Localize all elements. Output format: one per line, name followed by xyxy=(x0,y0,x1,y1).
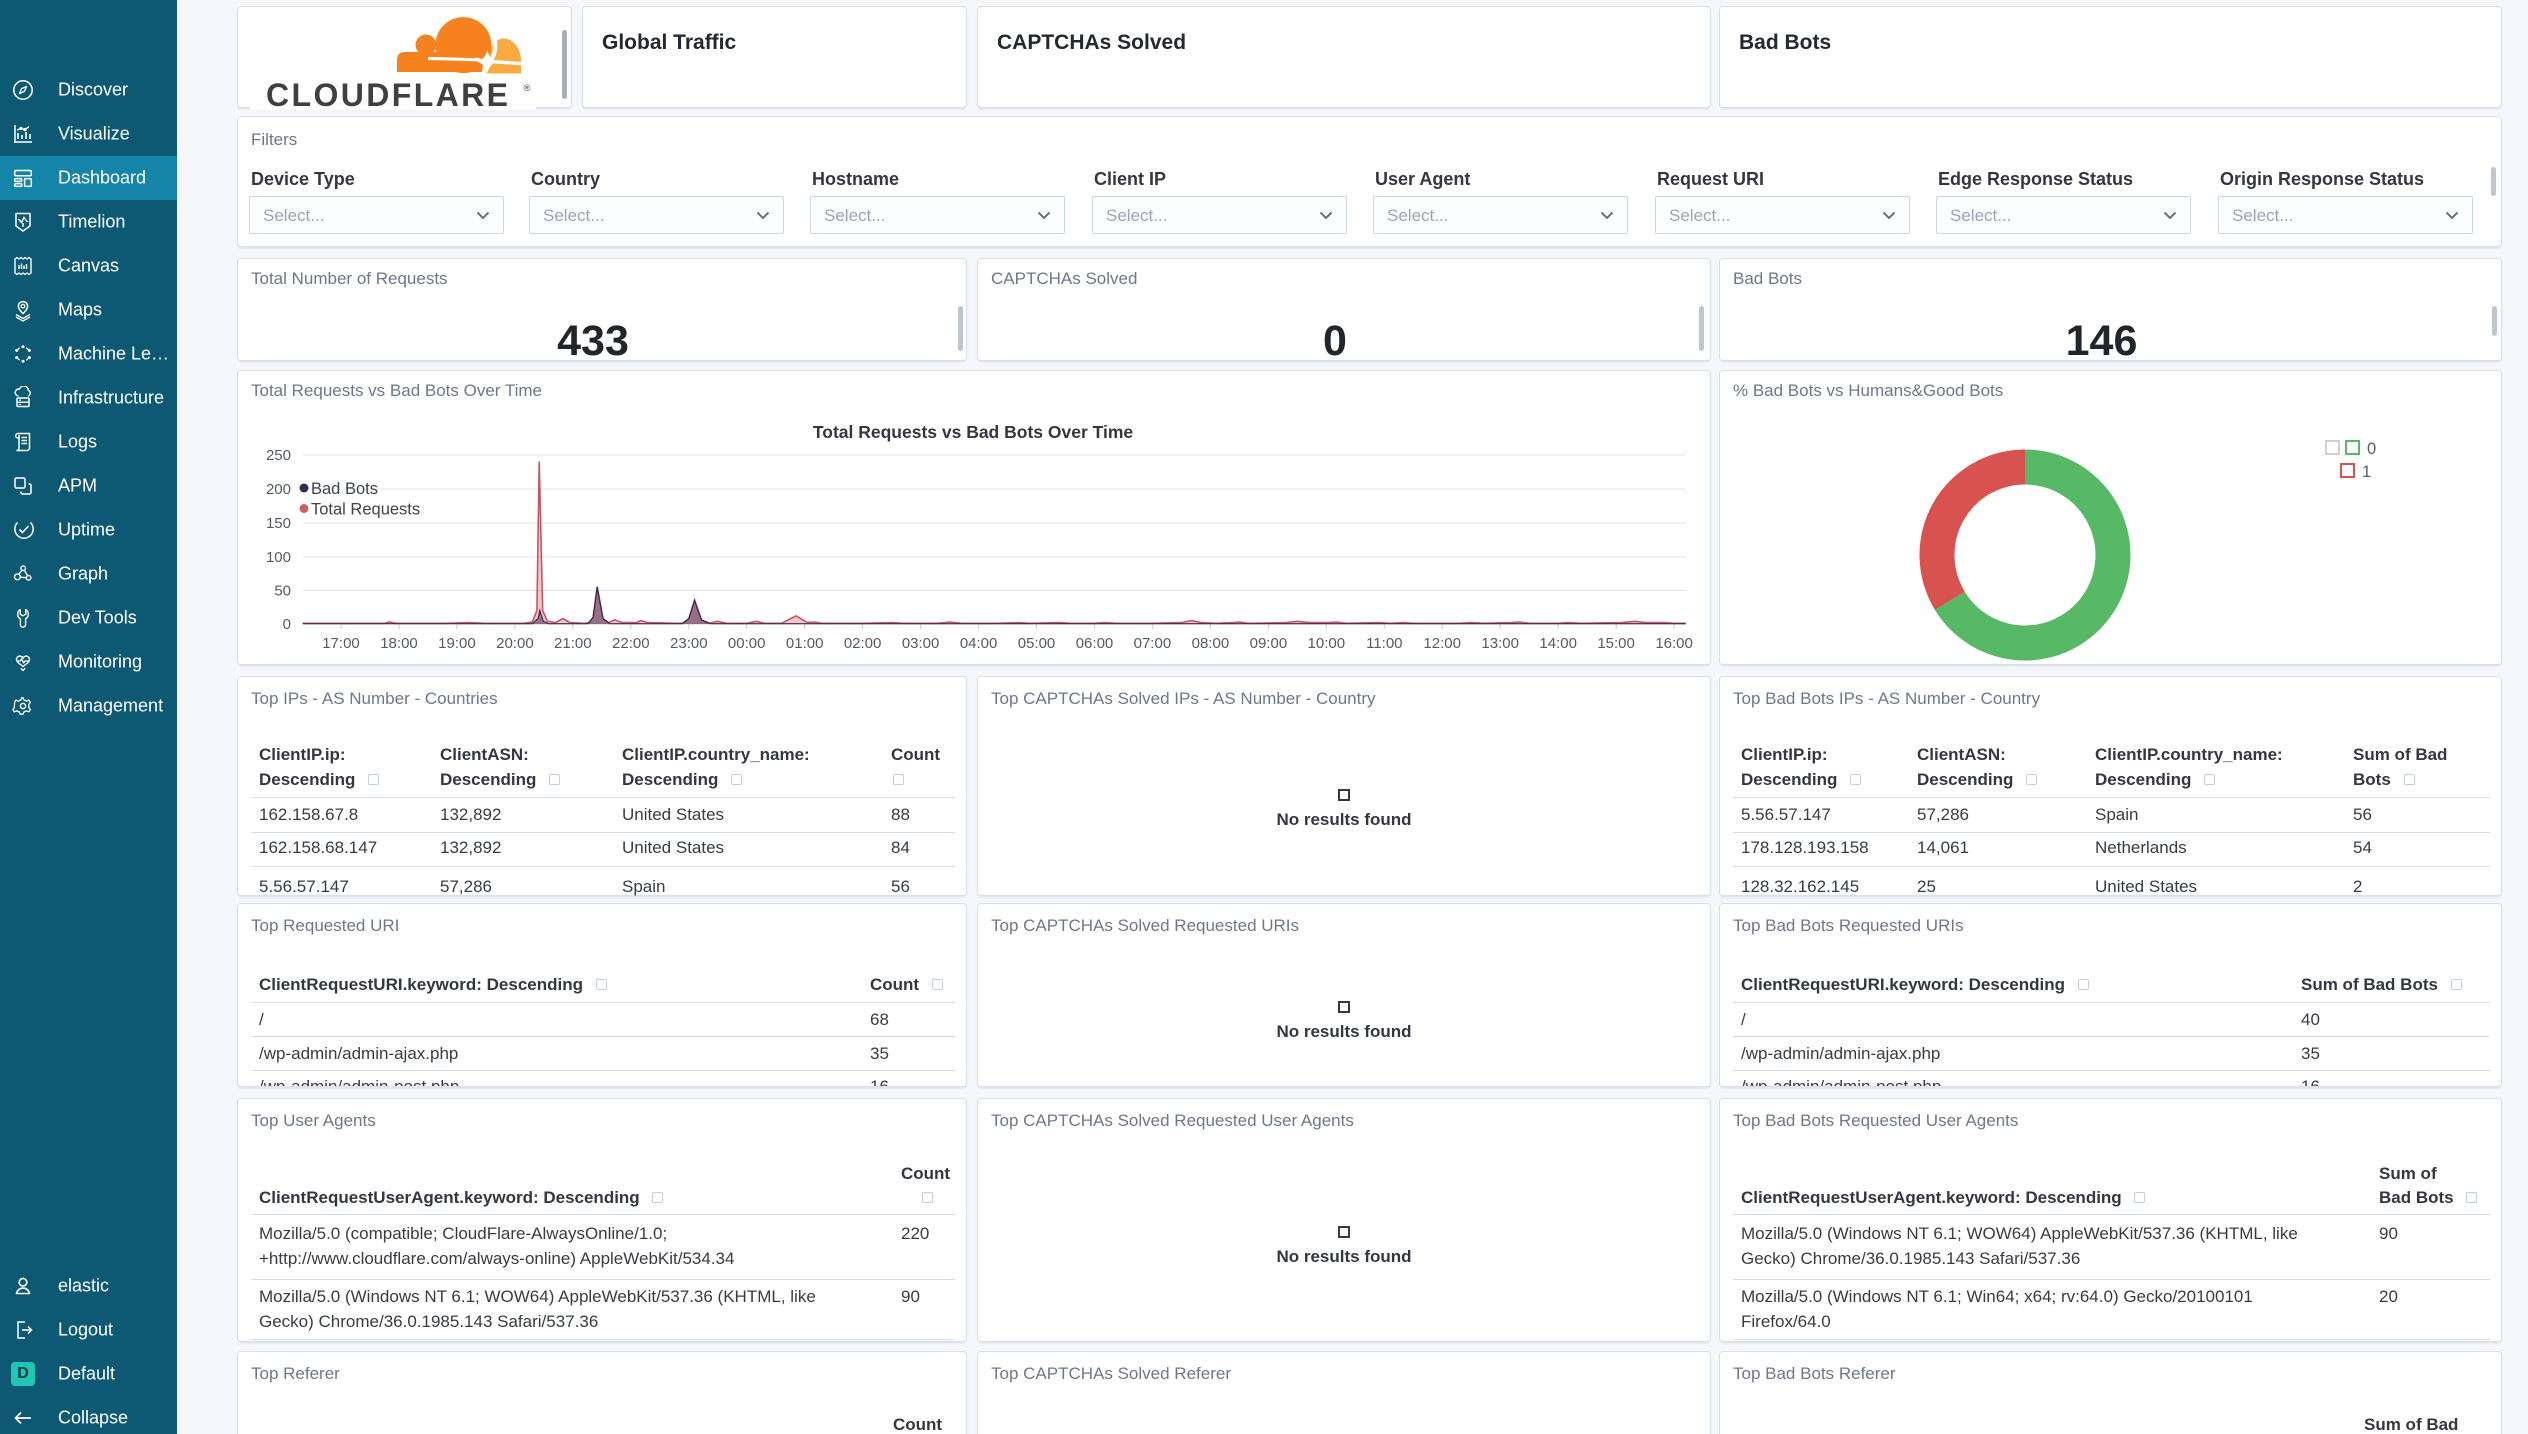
svg-text:20:00: 20:00 xyxy=(496,635,534,652)
svg-text:07:00: 07:00 xyxy=(1134,635,1172,652)
svg-text:11:00: 11:00 xyxy=(1366,635,1402,652)
svg-text:19:00: 19:00 xyxy=(438,635,476,652)
svg-text:0: 0 xyxy=(283,616,291,633)
svg-text:®: ® xyxy=(524,83,531,94)
svg-text:Total Requests: Total Requests xyxy=(311,501,420,519)
svg-text:04:00: 04:00 xyxy=(960,635,998,652)
svg-text:17:00: 17:00 xyxy=(322,635,360,652)
svg-text:08:00: 08:00 xyxy=(1192,635,1230,652)
svg-text:0: 0 xyxy=(2367,440,2376,458)
svg-text:1: 1 xyxy=(2362,463,2371,481)
svg-text:16:00: 16:00 xyxy=(1655,635,1693,652)
svg-text:250: 250 xyxy=(266,447,291,464)
svg-text:01:00: 01:00 xyxy=(786,635,824,652)
svg-text:22:00: 22:00 xyxy=(612,635,650,652)
svg-text:10:00: 10:00 xyxy=(1308,635,1346,652)
svg-text:05:00: 05:00 xyxy=(1018,635,1056,652)
svg-text:CLOUDFLARE: CLOUDFLARE xyxy=(266,77,510,110)
svg-text:15:00: 15:00 xyxy=(1597,635,1635,652)
svg-text:00:00: 00:00 xyxy=(728,635,766,652)
svg-text:03:00: 03:00 xyxy=(902,635,940,652)
svg-text:21:00: 21:00 xyxy=(554,635,592,652)
svg-text:14:00: 14:00 xyxy=(1539,635,1577,652)
svg-text:02:00: 02:00 xyxy=(844,635,882,652)
svg-text:100: 100 xyxy=(266,549,291,566)
svg-text:Bad Bots: Bad Bots xyxy=(311,480,378,498)
svg-text:200: 200 xyxy=(266,481,291,498)
svg-text:23:00: 23:00 xyxy=(670,635,708,652)
svg-text:Total Requests vs Bad Bots Ove: Total Requests vs Bad Bots Over Time xyxy=(813,422,1134,442)
svg-text:06:00: 06:00 xyxy=(1076,635,1114,652)
svg-text:09:00: 09:00 xyxy=(1250,635,1288,652)
svg-text:18:00: 18:00 xyxy=(380,635,418,652)
svg-text:50: 50 xyxy=(274,583,291,600)
svg-text:12:00: 12:00 xyxy=(1423,635,1461,652)
svg-text:150: 150 xyxy=(266,515,291,532)
svg-text:13:00: 13:00 xyxy=(1481,635,1519,652)
